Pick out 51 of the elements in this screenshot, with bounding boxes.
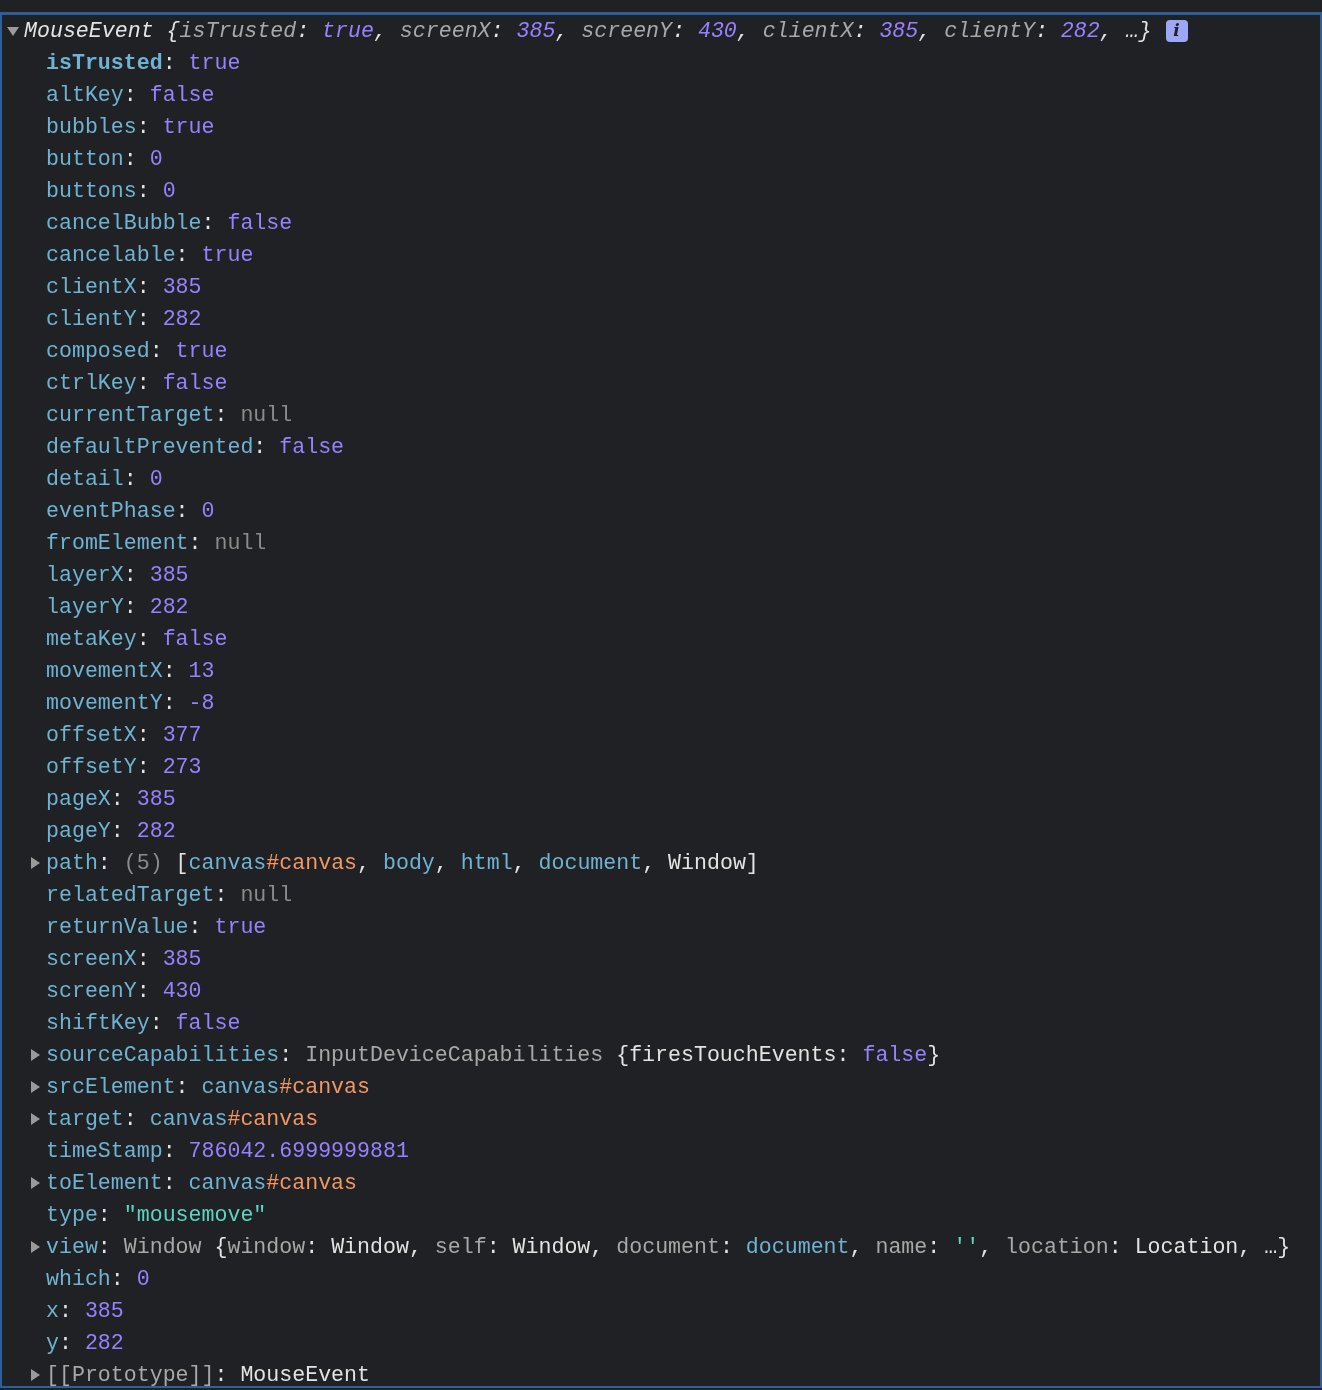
property-line: offsetX: 377 [46,721,202,749]
property-line: which: 0 [46,1265,150,1293]
property-line: [[Prototype]]: MouseEvent [46,1361,370,1389]
expand-triangle-icon[interactable] [28,1175,42,1191]
property-line: clientY: 282 [46,305,202,333]
property-line: timeStamp: 786042.6999999881 [46,1137,409,1165]
expand-triangle-icon[interactable] [28,1047,42,1063]
property-line: shiftKey: false [46,1009,241,1037]
property-line: bubbles: true [46,113,215,141]
property-line: isTrusted: true [46,49,241,77]
property-line: composed: true [46,337,228,365]
property-line: y: 282 [46,1329,124,1357]
property-line: altKey: false [46,81,215,109]
property-line: pageX: 385 [46,785,176,813]
property-line: layerX: 385 [46,561,189,589]
property-line: screenY: 430 [46,977,202,1005]
expand-triangle-icon[interactable] [28,1111,42,1127]
property-line: offsetY: 273 [46,753,202,781]
property-line: layerY: 282 [46,593,189,621]
property-line: fromElement: null [46,529,267,557]
property-line: button: 0 [46,145,163,173]
property-line: detail: 0 [46,465,163,493]
object-summary: MouseEvent {isTrusted: true, screenX: 385, screenY: 430, clientX: 385, clientY: 282, …} [24,17,1152,45]
property-line: pageY: 282 [46,817,176,845]
property-line: screenX: 385 [46,945,202,973]
expand-triangle-icon[interactable] [28,1239,42,1255]
property-line: currentTarget: null [46,401,293,429]
property-line: clientX: 385 [46,273,202,301]
property-line: ctrlKey: false [46,369,228,397]
property-line: srcElement: canvas#canvas [46,1073,370,1101]
property-line: target: canvas#canvas [46,1105,319,1133]
property-line: toElement: canvas#canvas [46,1169,358,1197]
property-line: cancelBubble: false [46,209,293,237]
expand-triangle-icon[interactable] [28,855,42,871]
property-line: returnValue: true [46,913,267,941]
property-line: movementX: 13 [46,657,215,685]
property-line: sourceCapabilities: InputDeviceCapabilities {firesTouchEvents: false} [46,1041,941,1069]
property-line: view: Window {window: Window, self: Window, document: document, name: '', location: Location, …} [46,1233,1291,1261]
property-line: buttons: 0 [46,177,176,205]
expand-triangle-icon[interactable] [28,1367,42,1383]
property-line: x: 385 [46,1297,124,1325]
info-badge[interactable]: i [1165,20,1188,42]
property-line: relatedTarget: null [46,881,293,909]
property-line: type: "mousemove" [46,1201,267,1229]
property-line: metaKey: false [46,625,228,653]
property-line: eventPhase: 0 [46,497,215,525]
property-line: cancelable: true [46,241,254,269]
property-line: defaultPrevented: false [46,433,345,461]
property-line: movementY: -8 [46,689,215,717]
property-line: path: (5) [canvas#canvas, body, html, document, Window] [46,849,759,877]
expand-triangle-icon[interactable] [28,1079,42,1095]
